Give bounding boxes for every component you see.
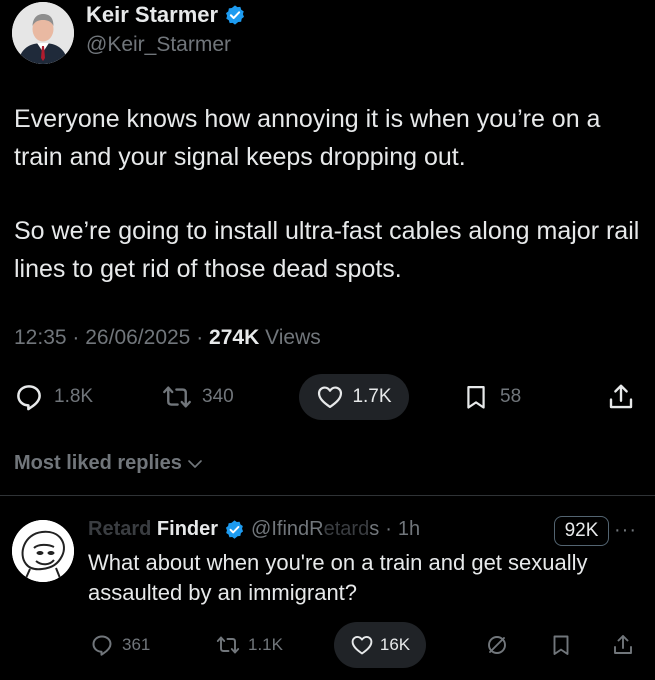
grok-button[interactable] [485,622,509,668]
reply-repost-count: 1.1K [248,635,283,654]
reply-action-bar: 361 1.1K 16K [0,622,655,668]
like-button[interactable]: 1.7K [299,374,409,420]
repost-arrows-icon [216,636,240,654]
tweet-action-bar: 1.8K 340 1.7K 58 [0,372,655,422]
reply-name-end: Finder [151,518,219,540]
author-name[interactable]: Keir Starmer [86,2,218,28]
replies-sort-toggle[interactable]: Most liked replies [14,452,204,475]
reply-name-part: Re [88,518,114,540]
author-handle[interactable]: @Keir_Starmer [86,33,231,57]
views-count: 274K [209,326,260,349]
views-label: Views [265,326,321,349]
like-count: 1.7K [352,386,392,407]
reply-like-count: 16K [379,635,411,654]
reply-handle-start: @IfindR [251,518,324,540]
repost-button[interactable]: 340 [162,372,234,422]
repost-arrows-icon [163,386,191,408]
meta-separator: · [72,326,80,349]
verified-badge-icon [226,5,245,25]
tweet-paragraph-1: Everyone knows how annoying it is when y… [14,105,601,171]
reply-avatar[interactable] [12,520,74,582]
replies-sort-label: Most liked replies [14,452,182,474]
reply-avatar-drawing [12,520,74,582]
reply-handle-faded: etard [323,518,370,540]
section-divider [0,495,655,496]
reply-bubble-icon [17,385,41,411]
tweet-time[interactable]: 12:35 [14,326,67,349]
bookmark-icon [553,635,569,655]
reply-handle-end: s [369,518,380,540]
reply-share-button[interactable] [611,622,635,668]
reply-reply-count: 361 [122,635,151,654]
author-name-row[interactable]: Keir Starmer [86,2,246,28]
share-upload-icon [614,635,632,654]
bookmark-button[interactable]: 58 [462,372,521,422]
reply-bubble-icon [92,635,112,656]
repost-count: 340 [202,386,234,407]
chevron-down-icon [188,459,202,468]
bookmark-count: 58 [500,386,522,407]
reply-count: 1.8K [54,386,94,407]
verified-badge-icon [225,520,244,539]
reply-author-handle[interactable]: @IfindRetards [251,518,379,541]
heart-icon [351,635,373,655]
heart-icon [318,386,343,409]
reply-bookmark-button[interactable] [549,622,573,668]
reply-button[interactable]: 1.8K [14,372,93,422]
tweet-meta: 12:35 · 26/06/2025 · 274K Views [14,326,321,350]
meta-separator: · [196,326,204,349]
grok-slash-icon [488,636,506,654]
reply-author-name[interactable]: Retard Finder [88,518,218,541]
reply-age[interactable]: 1h [398,518,420,541]
reply-separator: · [385,518,392,540]
reply-like-button[interactable]: 16K [334,622,426,668]
tweet-text: Everyone knows how annoying it is when y… [14,100,644,288]
tweet-date[interactable]: 26/06/2025 [85,326,190,349]
share-upload-icon [609,384,633,409]
reply-repost-button[interactable]: 1.1K [216,622,283,668]
share-button[interactable] [606,372,636,422]
more-options-button[interactable]: ··· [614,519,637,542]
bookmark-icon [467,385,485,409]
tweet-paragraph-2: So we’re going to install ultra-fast cab… [14,217,640,283]
author-portrait [12,2,74,64]
reply-name-faded: tard [113,518,152,540]
reply-reply-button[interactable]: 361 [90,622,150,668]
reply-header: Retard Finder @IfindRetards · 1h [88,518,420,541]
author-avatar[interactable] [12,2,74,64]
reply-like-badge: 92K [554,516,609,546]
reply-text: What about when you're on a train and ge… [88,550,588,605]
